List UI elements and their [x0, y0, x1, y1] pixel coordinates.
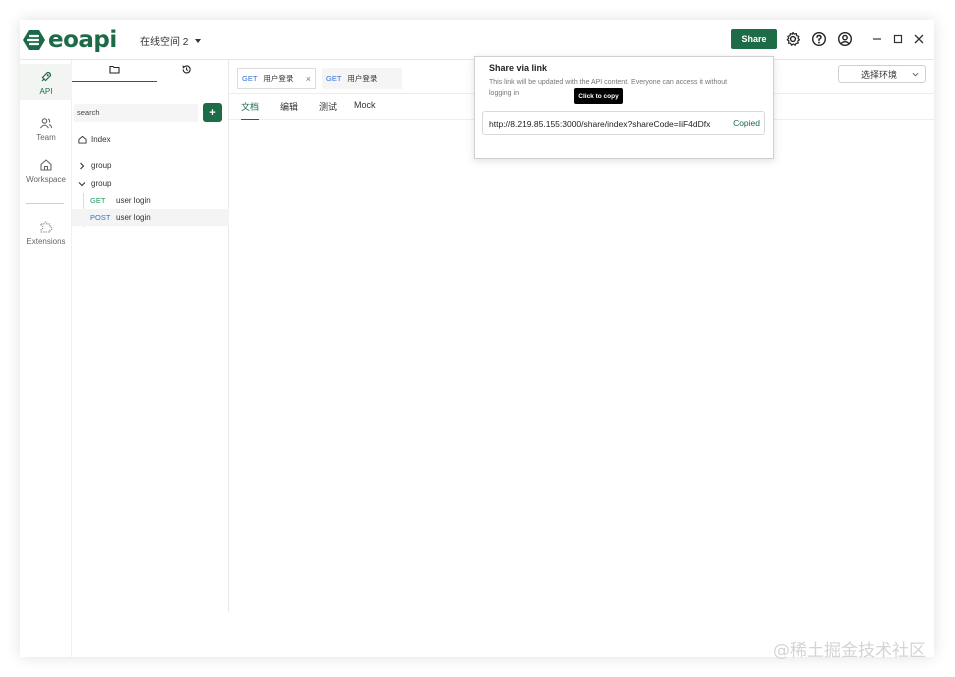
rail-item-api[interactable]: API: [20, 64, 72, 100]
home-icon: [78, 135, 87, 144]
logo-text: eoapi: [48, 27, 117, 53]
help-icon[interactable]: [811, 31, 827, 47]
method-badge: POST: [90, 213, 111, 222]
tree-api-item[interactable]: POST user login: [72, 209, 229, 226]
method-badge: GET: [326, 74, 342, 83]
chevron-right-icon: [80, 162, 85, 169]
method-badge: GET: [242, 74, 258, 83]
share-link-field[interactable]: http://8.219.85.155:3000/share/index?sha…: [482, 111, 765, 135]
api-sidebar: search + Index group group GET user logi…: [72, 60, 229, 612]
popover-title: Share via link: [489, 63, 548, 73]
rail-label: Workspace: [26, 175, 66, 184]
tab-test[interactable]: 测试: [319, 100, 337, 120]
chevron-down-icon: [912, 72, 919, 77]
watermark: @稀土掘金技术社区: [773, 641, 926, 661]
tab-close-icon[interactable]: ×: [306, 74, 311, 84]
copy-tooltip: Click to copy: [574, 88, 623, 104]
share-popover: Share via link This link will be updated…: [474, 56, 774, 159]
workspace-label: 在线空间 2: [140, 37, 189, 48]
tab-mock[interactable]: Mock: [354, 100, 376, 120]
environment-select[interactable]: 选择环境: [838, 65, 926, 83]
add-button[interactable]: +: [203, 103, 222, 122]
maximize-icon[interactable]: [892, 33, 904, 45]
rail-item-workspace[interactable]: Workspace: [20, 158, 72, 184]
puzzle-icon: [40, 221, 53, 233]
title-bar: eoapi 在线空间 2 Share: [20, 20, 934, 60]
search-input[interactable]: search: [74, 104, 198, 122]
tab-label: 用户登录: [263, 74, 294, 83]
method-badge: GET: [90, 196, 106, 205]
history-icon: [182, 65, 191, 74]
tree-item-group[interactable]: group: [72, 175, 229, 192]
request-tab[interactable]: GET 用户登录 ×: [237, 68, 316, 89]
request-tab[interactable]: GET 用户登录: [322, 68, 402, 89]
gear-icon[interactable]: [785, 31, 801, 47]
nav-rail: API Team Workspace Extensions: [20, 60, 72, 657]
logo-icon: [23, 30, 45, 50]
share-link[interactable]: http://8.219.85.155:3000/share/index?sha…: [489, 119, 727, 129]
rail-divider: [26, 203, 64, 204]
tab-docs[interactable]: 文档: [241, 100, 260, 120]
minimize-icon[interactable]: [871, 33, 883, 45]
app-window: eoapi 在线空间 2 Share API Team Workspace Ex…: [20, 20, 934, 657]
logo: eoapi: [22, 27, 117, 53]
tab-history[interactable]: [144, 64, 229, 82]
rail-item-extensions[interactable]: Extensions: [20, 220, 72, 246]
user-icon[interactable]: [837, 31, 853, 47]
close-icon[interactable]: [913, 33, 925, 45]
tree-label: group: [91, 161, 112, 170]
rocket-icon: [41, 71, 52, 82]
rail-label: Team: [36, 133, 56, 142]
share-button[interactable]: Share: [731, 29, 777, 49]
team-icon: [40, 118, 53, 129]
folder-icon: [109, 65, 120, 74]
env-label: 选择环境: [861, 69, 898, 80]
caret-down-icon: [195, 38, 202, 43]
api-name: user login: [116, 213, 151, 222]
workspace-select[interactable]: 在线空间 2: [140, 33, 202, 48]
tree-label: group: [91, 179, 112, 188]
tree-item-index[interactable]: Index: [72, 131, 229, 148]
rail-label: API: [39, 87, 53, 96]
tab-label: 用户登录: [347, 74, 378, 83]
rail-label: Extensions: [26, 237, 66, 246]
tree-label: Index: [91, 135, 111, 144]
tree-api-item[interactable]: GET user login: [72, 192, 229, 209]
rail-item-team[interactable]: Team: [20, 116, 72, 142]
api-name: user login: [116, 196, 151, 205]
home-icon: [40, 159, 52, 171]
chevron-down-icon: [78, 181, 86, 186]
tab-edit[interactable]: 编辑: [280, 100, 298, 120]
sidebar-tabs: [72, 60, 229, 82]
copied-label[interactable]: Copied: [733, 118, 760, 128]
tree-item-group[interactable]: group: [72, 157, 229, 174]
